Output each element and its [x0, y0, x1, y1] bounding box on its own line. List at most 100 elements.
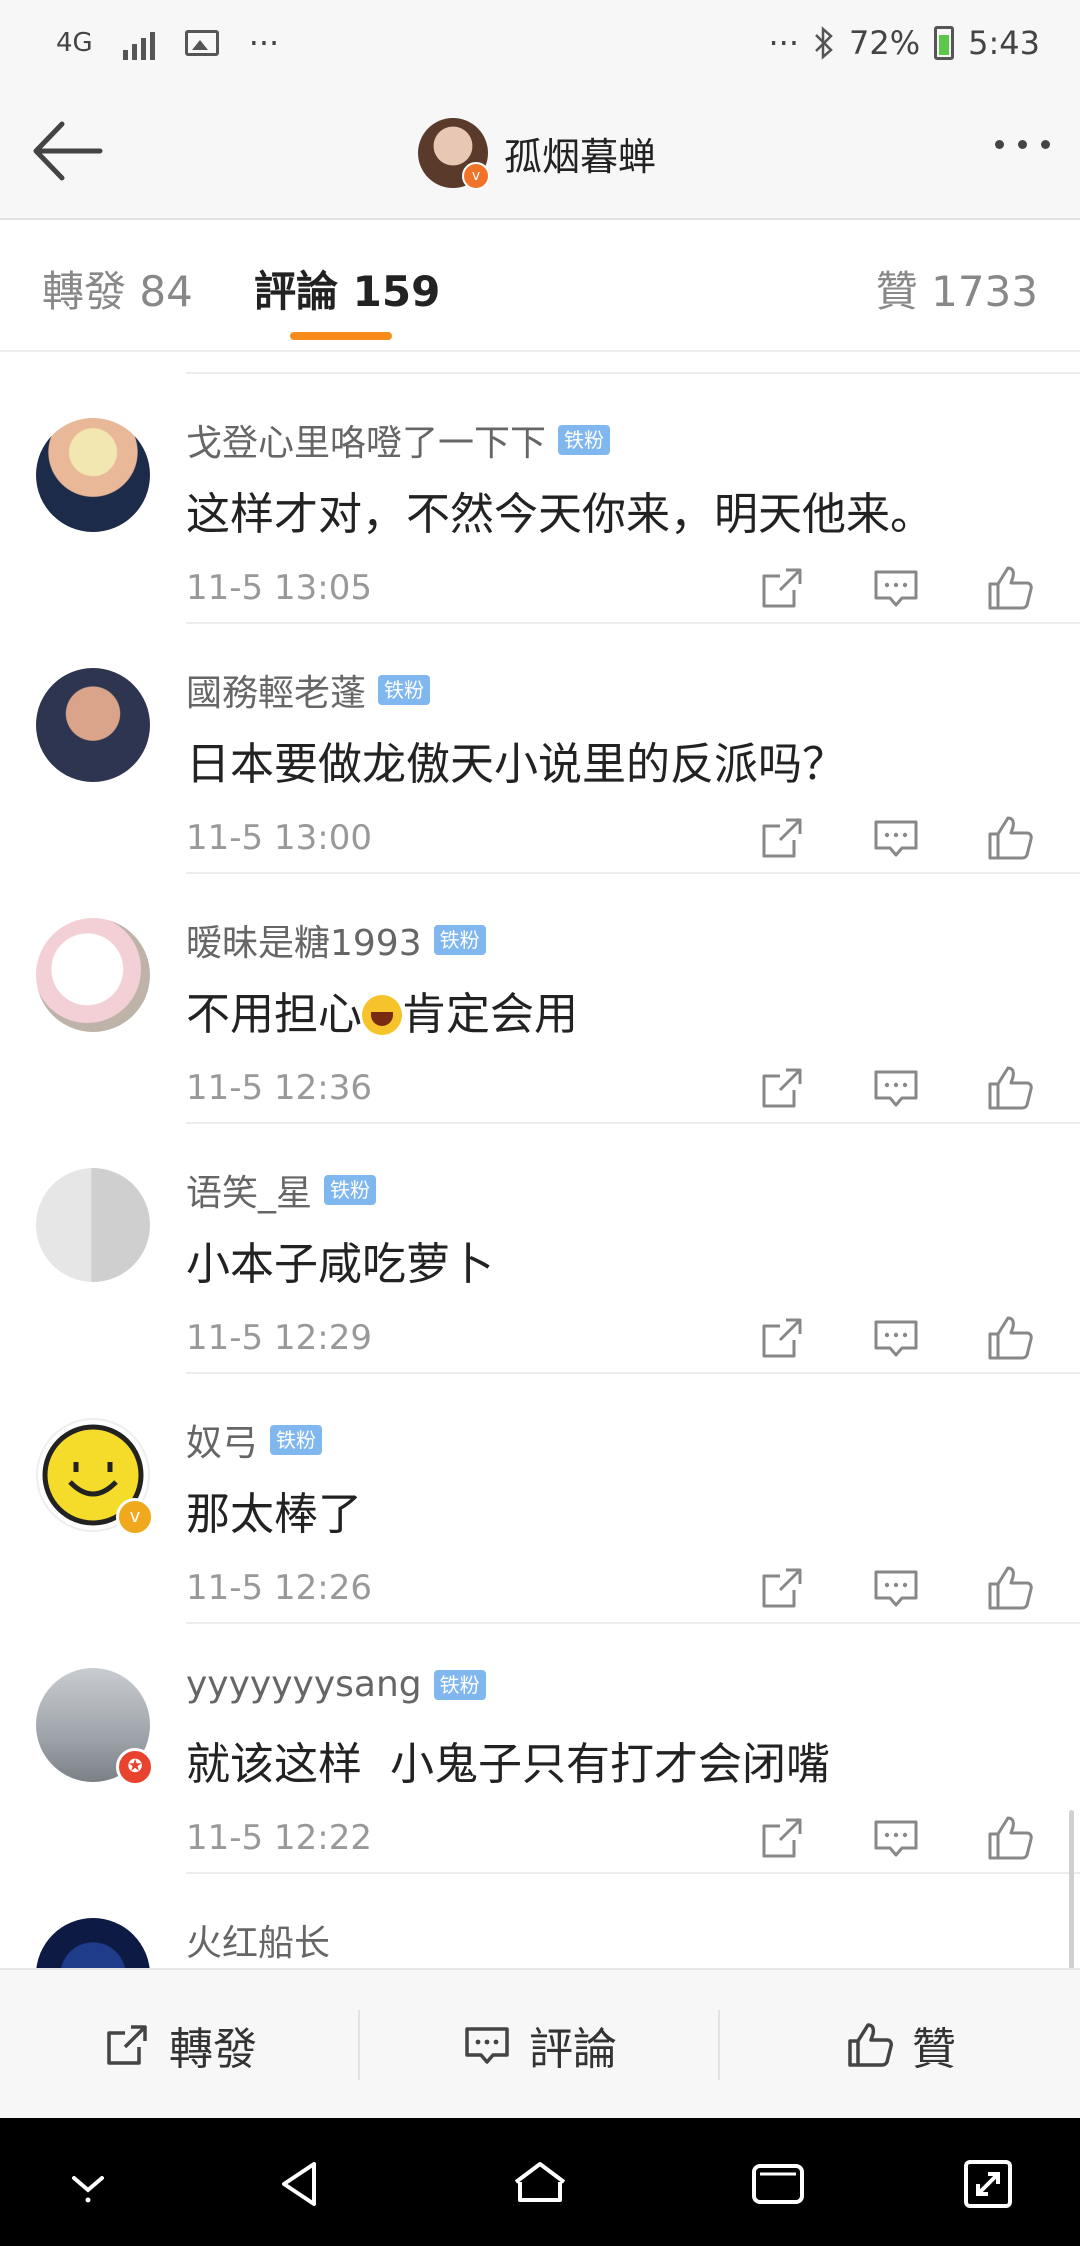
commenter-name[interactable]: 戈登心里咯噔了一下下	[186, 414, 546, 466]
comment-icon[interactable]	[870, 1812, 922, 1864]
comment-item[interactable]: 暧昧是糖1993 铁粉 不用担心 肯定会用 11-5 12:36	[0, 874, 1080, 1124]
more-notifications: ···	[248, 24, 280, 62]
comment-item[interactable]: 國務輕老蓬 铁粉 日本要做龙傲天小说里的反派吗？ 11-5 13:00	[0, 624, 1080, 874]
verified-badge: v	[462, 162, 490, 190]
red-badge-icon: ✪	[116, 1748, 154, 1786]
bluetooth-icon	[815, 26, 833, 60]
like-icon[interactable]	[984, 1812, 1036, 1864]
signal-icon	[122, 26, 155, 60]
comment-time: 11-5 12:26	[186, 1568, 372, 1608]
like-button[interactable]: 贊	[720, 1970, 1080, 2120]
share-icon[interactable]	[756, 1062, 808, 1114]
like-icon[interactable]	[984, 562, 1036, 614]
like-icon	[848, 2023, 893, 2067]
fan-badge: 铁粉	[270, 1425, 323, 1455]
verified-badge: v	[116, 1498, 154, 1536]
comment-list[interactable]: 戈登心里咯噔了一下下 铁粉 这样才对，不然今天你来，明天他来。 11-5 13:0…	[0, 360, 1080, 1968]
share-icon[interactable]	[756, 1562, 808, 1614]
commenter-avatar[interactable]	[36, 1168, 150, 1282]
like-label: 贊	[912, 2024, 956, 2075]
commenter-name[interactable]: 语笑_星	[186, 1164, 312, 1216]
comment-text: 日本要做龙傲天小说里的反派吗？	[186, 739, 846, 790]
header-user[interactable]: v 孤烟暮蝉	[418, 118, 657, 190]
commenter-name[interactable]: 火红船长	[186, 1914, 330, 1966]
comment-label: 評論	[529, 2024, 617, 2075]
fan-badge: 铁粉	[558, 425, 611, 455]
comment-text: 那太棒了	[186, 1489, 362, 1540]
image-notification-icon	[184, 30, 219, 56]
comment-time: 11-5 12:29	[186, 1318, 372, 1358]
comment-text: 这样才对，不然今天你来，明天他来。	[186, 489, 934, 540]
like-icon[interactable]	[984, 1562, 1036, 1614]
like-icon[interactable]	[984, 1062, 1036, 1114]
comment-text: 不用担心 肯定会用	[186, 989, 578, 1040]
comment-icon[interactable]	[870, 1312, 922, 1364]
laughing-emoji-icon	[362, 995, 402, 1035]
commenter-avatar[interactable]	[36, 918, 150, 1032]
battery-percent: 72%	[849, 24, 921, 62]
comment-item[interactable]: 戈登心里咯噔了一下下 铁粉 这样才对，不然今天你来，明天他来。 11-5 13:0…	[0, 374, 1080, 624]
like-icon[interactable]	[984, 812, 1036, 864]
recent-apps-icon[interactable]	[748, 2154, 808, 2214]
commenter-name[interactable]: 暧昧是糖1993	[186, 914, 422, 966]
back-arrow-icon[interactable]	[28, 116, 108, 186]
comment-text: 小本子咸吃萝卜	[186, 1239, 494, 1290]
navigation-bar	[0, 2118, 1080, 2246]
fan-badge: 铁粉	[324, 1175, 377, 1205]
comment-text: 就该这样 小鬼子只有打才会闭嘴	[186, 1739, 830, 1790]
comment-time: 11-5 12:36	[186, 1068, 372, 1108]
commenter-name[interactable]: 奴弓	[186, 1414, 258, 1466]
scrollbar[interactable]	[1069, 1810, 1074, 1968]
commenter-avatar[interactable]: v	[36, 1418, 154, 1536]
bottom-action-bar: 轉發 評論 贊	[0, 1968, 1080, 2120]
hide-keyboard-icon[interactable]	[58, 2154, 118, 2214]
comment-item[interactable]: 火红船长	[0, 1874, 1080, 1968]
comment-icon[interactable]	[870, 812, 922, 864]
repost-icon	[107, 2025, 147, 2065]
commenter-name[interactable]: yyyyyyysang	[186, 1664, 422, 1705]
share-icon[interactable]	[756, 1312, 808, 1364]
clock: 5:43	[968, 24, 1040, 62]
header: v 孤烟暮蝉	[0, 90, 1080, 220]
share-icon[interactable]	[756, 812, 808, 864]
tab-bar: 轉發 84 評論 159 贊 1733	[0, 220, 1080, 352]
comment-time: 11-5 13:05	[186, 568, 372, 608]
comment-icon[interactable]	[870, 562, 922, 614]
repost-button[interactable]: 轉發	[0, 1970, 358, 2120]
status-bar: 4G ··· ··· 72% 5:43	[0, 0, 1080, 90]
tab-reposts[interactable]: 轉發 84	[42, 258, 193, 319]
comment-item[interactable]: v 奴弓 铁粉 那太棒了 11-5 12:26	[0, 1374, 1080, 1624]
fan-badge: 铁粉	[378, 675, 431, 705]
network-type: 4G	[56, 28, 93, 58]
battery-icon	[934, 26, 955, 60]
commenter-avatar[interactable]	[36, 668, 150, 782]
fan-badge: 铁粉	[433, 925, 486, 955]
fan-badge: 铁粉	[433, 1669, 486, 1700]
share-icon[interactable]	[756, 562, 808, 614]
comment-time: 11-5 13:00	[186, 818, 372, 858]
comment-button[interactable]: 評論	[360, 1970, 718, 2120]
comment-time: 11-5 12:22	[186, 1818, 372, 1858]
home-icon[interactable]	[510, 2154, 570, 2214]
page-title: 孤烟暮蝉	[504, 134, 657, 179]
tab-likes[interactable]: 贊 1733	[876, 258, 1038, 319]
comment-icon[interactable]	[870, 1062, 922, 1114]
active-tab-indicator	[290, 332, 392, 340]
commenter-avatar[interactable]	[36, 1918, 150, 1968]
fullscreen-icon[interactable]	[958, 2154, 1018, 2214]
more-options-icon[interactable]	[995, 140, 1050, 149]
comment-item[interactable]: ✪ yyyyyyysang 铁粉 就该这样 小鬼子只有打才会闭嘴 11-5 12:…	[0, 1624, 1080, 1874]
user-avatar[interactable]: v	[418, 118, 490, 190]
repost-label: 轉發	[169, 2024, 257, 2075]
commenter-avatar[interactable]	[36, 418, 150, 532]
back-icon[interactable]	[270, 2154, 330, 2214]
share-icon[interactable]	[756, 1812, 808, 1864]
commenter-name[interactable]: 國務輕老蓬	[186, 664, 366, 716]
more-status: ···	[768, 24, 800, 62]
tab-comments[interactable]: 評論 159	[254, 258, 440, 319]
like-icon[interactable]	[984, 1312, 1036, 1364]
comment-item[interactable]: 语笑_星 铁粉 小本子咸吃萝卜 11-5 12:29	[0, 1124, 1080, 1374]
commenter-avatar[interactable]: ✪	[36, 1668, 154, 1786]
comment-icon	[465, 2027, 509, 2064]
comment-icon[interactable]	[870, 1562, 922, 1614]
